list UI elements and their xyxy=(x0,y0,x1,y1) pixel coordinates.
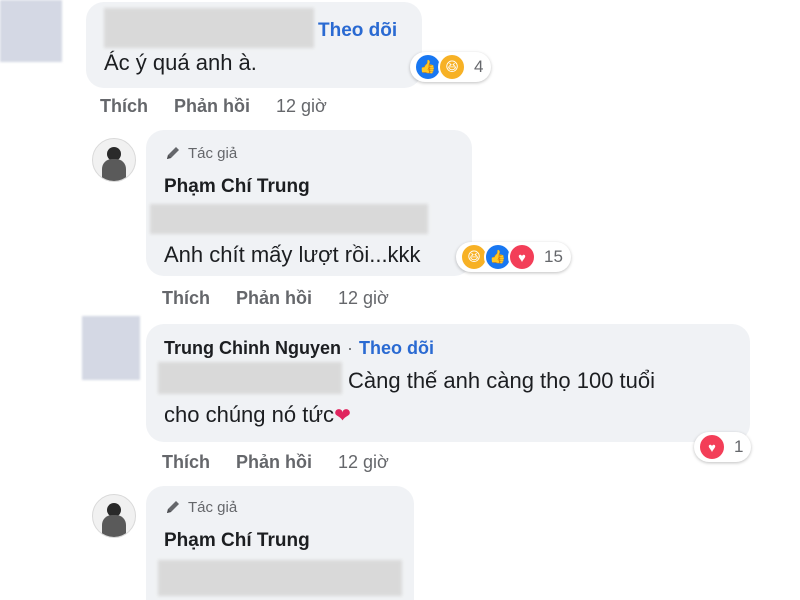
avatar-blurred xyxy=(82,316,140,380)
author-badge-label: Tác giả xyxy=(188,498,238,516)
love-icon: ♥ xyxy=(508,243,536,271)
reply-button[interactable]: Phản hồi xyxy=(236,452,312,473)
haha-icon: 😆 xyxy=(438,53,466,81)
author-badge: Tác giả xyxy=(164,144,237,162)
commenter-name[interactable]: Trung Chinh Nguyen xyxy=(164,338,341,359)
redacted-text xyxy=(158,362,342,394)
comment-text-line2-label: cho chúng nó tức xyxy=(164,402,335,427)
pencil-icon xyxy=(164,498,182,516)
comment-actions: Thích Phản hồi 12 giờ xyxy=(162,288,389,309)
pencil-icon xyxy=(164,144,182,162)
heart-emoji-icon: ❤ xyxy=(334,405,351,427)
comment-text-line1: Càng thế anh càng thọ 100 tuổi xyxy=(348,368,656,393)
avatar[interactable] xyxy=(92,494,136,538)
author-badge-label: Tác giả xyxy=(188,144,238,162)
avatar-blurred xyxy=(0,0,62,62)
reply-button[interactable]: Phản hồi xyxy=(236,288,312,309)
reaction-summary[interactable]: 👍 😆 4 xyxy=(410,52,492,82)
redacted-text xyxy=(158,560,402,596)
reply-button[interactable]: Phản hồi xyxy=(174,96,250,117)
comment-text-line2: cho chúng nó tức❤ xyxy=(164,398,351,433)
timestamp[interactable]: 12 giờ xyxy=(338,452,389,473)
avatar[interactable] xyxy=(92,138,136,182)
redacted-text xyxy=(150,204,428,234)
redacted-name xyxy=(104,8,314,48)
timestamp[interactable]: 12 giờ xyxy=(338,288,389,309)
comment-text: Anh chít mấy lượt rồi...kkk xyxy=(164,242,421,267)
reaction-summary[interactable]: ♥ 1 xyxy=(694,432,752,462)
comment-actions: Thích Phản hồi 12 giờ xyxy=(162,452,389,473)
timestamp[interactable]: 12 giờ xyxy=(276,96,327,117)
follow-link[interactable]: Theo dõi xyxy=(318,20,397,42)
comment-header: Trung Chinh Nguyen · Theo dõi xyxy=(164,338,434,359)
follow-link[interactable]: Theo dõi xyxy=(359,338,434,359)
reaction-summary[interactable]: 😆 👍 ♥ 15 xyxy=(456,242,571,272)
reaction-count: 1 xyxy=(734,437,744,456)
comment-actions: Thích Phản hồi 12 giờ xyxy=(100,96,327,117)
commenter-name[interactable]: Phạm Chí Trung xyxy=(164,176,310,198)
reaction-count: 4 xyxy=(474,57,484,76)
comment-text: Ác ý quá anh à. xyxy=(104,50,257,75)
like-button[interactable]: Thích xyxy=(162,288,210,309)
commenter-name[interactable]: Phạm Chí Trung xyxy=(164,530,310,552)
author-badge: Tác giả xyxy=(164,498,237,516)
like-button[interactable]: Thích xyxy=(100,96,148,117)
like-button[interactable]: Thích xyxy=(162,452,210,473)
love-icon: ♥ xyxy=(698,433,726,461)
separator: · xyxy=(347,338,353,358)
reaction-count: 15 xyxy=(544,247,563,266)
